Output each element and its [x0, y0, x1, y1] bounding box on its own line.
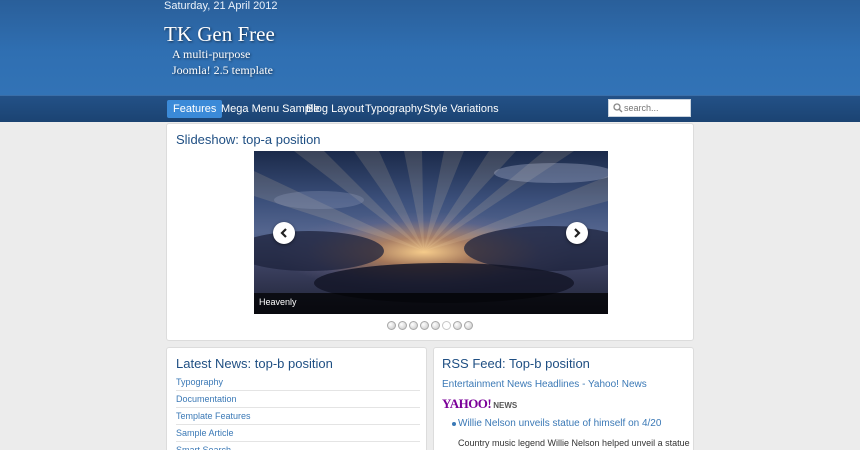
slideshow-title: Slideshow: top-a position: [176, 132, 321, 147]
site-header: Saturday, 21 April 2012 TK Gen Free A mu…: [0, 0, 860, 95]
list-item[interactable]: Smart Search: [176, 442, 420, 450]
latest-news-list: Typography Documentation Template Featur…: [176, 374, 420, 450]
latest-news-title: Latest News: top-b position: [176, 356, 333, 371]
rss-item-snippet: Country music legend Willie Nelson helpe…: [458, 438, 690, 448]
search-icon: [613, 103, 623, 113]
search-input[interactable]: [624, 101, 690, 115]
chevron-right-icon: [574, 228, 581, 238]
yahoo-news-logo[interactable]: YAHOO! NEWS: [442, 395, 518, 411]
slide-dot-2[interactable]: [398, 321, 407, 330]
nav-item-style-variations[interactable]: Style Variations: [417, 100, 505, 118]
rss-feed-title: RSS Feed: Top-b position: [442, 356, 590, 371]
rss-feed-module: RSS Feed: Top-b position Entertainment N…: [433, 347, 694, 450]
list-item[interactable]: Sample Article: [176, 425, 420, 442]
next-slide-button[interactable]: [566, 222, 588, 244]
slide-caption-bar: Heavenly: [254, 293, 608, 314]
slideshow-module: Slideshow: top-a position Heavenly: [166, 123, 694, 341]
slide-dot-8[interactable]: [464, 321, 473, 330]
bullet-icon: [452, 422, 456, 426]
site-title[interactable]: TK Gen Free: [164, 22, 275, 47]
cloud: [274, 191, 364, 209]
current-date: Saturday, 21 April 2012: [164, 0, 278, 12]
slide-dot-7[interactable]: [453, 321, 462, 330]
slide-caption: Heavenly: [259, 297, 297, 307]
list-item[interactable]: Template Features: [176, 408, 420, 425]
tagline-line-1: A multi-purpose: [172, 47, 251, 61]
main-nav: Features Mega Menu Sample Blog Layout Ty…: [0, 95, 860, 122]
slide-image[interactable]: Heavenly: [254, 151, 608, 314]
yahoo-logo-brand: YAHOO!: [442, 396, 492, 411]
slide-dot-3[interactable]: [409, 321, 418, 330]
search-box[interactable]: [608, 99, 691, 117]
site-tagline: A multi-purpose Joomla! 2.5 template: [172, 46, 273, 78]
cloud: [494, 163, 608, 183]
slide-dot-4[interactable]: [420, 321, 429, 330]
latest-news-module: Latest News: top-b position Typography D…: [166, 347, 427, 450]
slide-dot-1[interactable]: [387, 321, 396, 330]
chevron-left-icon: [280, 228, 287, 238]
tagline-line-2: Joomla! 2.5 template: [172, 63, 273, 77]
rss-source-link[interactable]: Entertainment News Headlines - Yahoo! Ne…: [442, 379, 647, 390]
rss-item-link[interactable]: Willie Nelson unveils statue of himself …: [458, 418, 661, 429]
previous-slide-button[interactable]: [273, 222, 295, 244]
list-item[interactable]: Documentation: [176, 391, 420, 408]
slide-dot-5[interactable]: [431, 321, 440, 330]
list-item[interactable]: Typography: [176, 374, 420, 391]
yahoo-logo-suffix: NEWS: [493, 401, 518, 410]
slide-dot-6[interactable]: [442, 321, 451, 330]
